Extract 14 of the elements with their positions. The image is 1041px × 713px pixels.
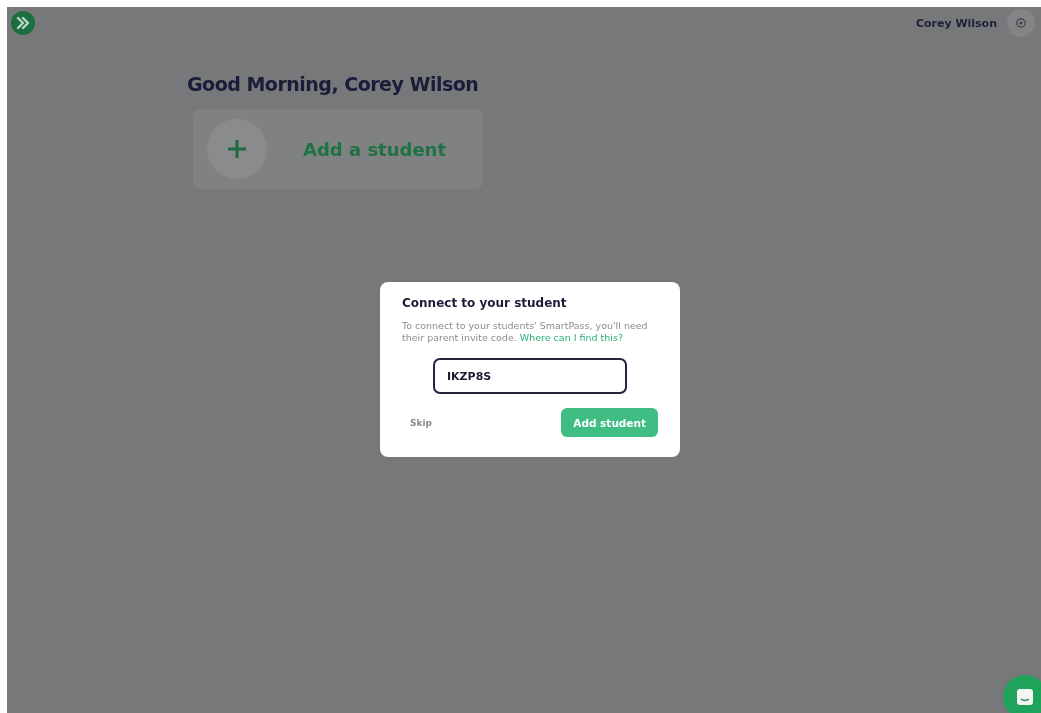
settings-button[interactable]	[1007, 9, 1035, 37]
dialog-title: Connect to your student	[402, 296, 568, 310]
greeting-heading: Good Morning, Corey Wilson	[187, 73, 480, 95]
chat-launcher-button[interactable]	[1003, 675, 1041, 713]
add-student-label: Add a student	[303, 138, 447, 160]
dialog-description: To connect to your students' SmartPass, you'll need their parent invite code. Where can I find this?	[402, 320, 649, 344]
invite-code-field[interactable]: IKZP8S	[433, 358, 627, 394]
help-link[interactable]: Where can I find this?	[519, 332, 623, 343]
settings-icon	[1015, 17, 1027, 29]
double-chevron-logo-icon[interactable]	[11, 11, 35, 35]
chat-icon	[1015, 687, 1035, 707]
add-student-button[interactable]: Add student	[561, 408, 658, 437]
user-name[interactable]: Corey Wilson	[915, 16, 997, 30]
skip-button[interactable]: Skip	[402, 413, 440, 432]
